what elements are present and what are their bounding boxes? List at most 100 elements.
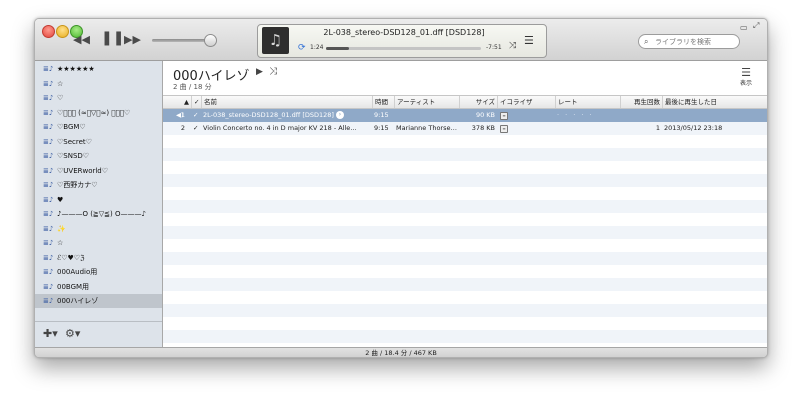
column-plays[interactable]: 再生回数 <box>620 96 662 108</box>
sidebar-playlist-item[interactable]: ≣♪ ♥ <box>35 193 162 207</box>
cell-rating[interactable]: · · · · · <box>557 109 620 122</box>
sidebar-item-label: ♡UVERworld♡ <box>57 166 109 175</box>
album-artwork[interactable]: ♫ <box>262 27 289 54</box>
cell-check[interactable]: ✓ <box>193 122 201 135</box>
pause-button[interactable]: ❚❚ <box>101 31 124 45</box>
cell-plays <box>620 109 660 122</box>
equalizer-icon[interactable]: ≡ <box>500 112 508 120</box>
cell-text: ✓ <box>193 111 199 119</box>
cell-text: 90 KB <box>475 111 495 119</box>
mini-player-icon[interactable]: ▭ <box>740 23 748 32</box>
sidebar-playlist-item[interactable]: ≣♪ ☆ <box>35 77 162 91</box>
cell-text: 1 <box>655 124 660 132</box>
sidebar-playlist-item[interactable]: ≣♪ ♡BGM♡ <box>35 120 162 134</box>
cell-check[interactable]: ✓ <box>193 109 201 122</box>
sidebar-playlist-item[interactable]: ≣♪ 000ハイレゾ <box>35 294 162 308</box>
minimize-window-button[interactable] <box>56 25 69 38</box>
gear-icon[interactable]: ⚙▾ <box>65 327 80 340</box>
shuffle-icon[interactable]: ⤨ <box>509 41 516 51</box>
sidebar-playlist-item[interactable]: ≣♪ ★★★★★★ <box>35 62 162 76</box>
column-time[interactable]: 時間 <box>372 96 394 108</box>
column-size[interactable]: サイズ <box>459 96 497 108</box>
cell-text: 2L-038_stereo-DSD128_01.dff [DSD128] <box>203 111 334 119</box>
empty-row <box>163 330 767 343</box>
playlist-icon: ≣♪ <box>43 297 54 305</box>
column-rating[interactable]: レート <box>555 96 620 108</box>
sidebar-item-label: ℰ♡♥♡ℨ <box>57 253 85 262</box>
playlist-icon: ≣♪ <box>43 94 54 102</box>
play-playlist-icon[interactable]: ▶ <box>256 67 263 77</box>
toolbar: ◀◀ ❚❚ ▶▶ ♫ 2L-038_stereo-DSD128_01.dff [… <box>35 19 767 61</box>
equalizer-icon[interactable]: ≡ <box>500 125 508 133</box>
search-field[interactable]: ⌕ <box>638 34 740 49</box>
progress-bar[interactable] <box>326 47 481 50</box>
search-input[interactable] <box>655 35 735 48</box>
close-window-button[interactable] <box>42 25 55 38</box>
cell-time: 9:15 <box>374 122 394 135</box>
sidebar-item-label: ♡SNSD♡ <box>57 152 90 160</box>
track-row[interactable]: 2 ✓ Violin Concerto no. 4 in D major KV 21… <box>163 122 767 135</box>
status-bar: 2 曲 / 18.4 分 / 467 KB <box>35 347 767 357</box>
sidebar-playlist-item[interactable]: ≣♪ ℰ♡♥♡ℨ <box>35 251 162 265</box>
sort-column-header[interactable]: ▲ <box>163 96 191 108</box>
playlist-icon: ≣♪ <box>43 123 54 131</box>
empty-row <box>163 265 767 278</box>
view-options-button[interactable]: ☰ 表示 <box>731 67 761 87</box>
cell-name: 2L-038_stereo-DSD128_01.dff [DSD128] › <box>203 109 371 122</box>
sidebar-playlist-item[interactable]: ≣♪ ♪———O (≧▽≦) O———♪ <box>35 207 162 221</box>
playlist-icon: ≣♪ <box>43 195 54 204</box>
sidebar-item-label: 00BGM用 <box>57 282 90 291</box>
sidebar-playlist-item[interactable]: ≣♪ ✨ <box>35 222 162 236</box>
column-equalizer[interactable]: イコライザ <box>497 96 555 108</box>
shuffle-playlist-icon[interactable]: ⤨ <box>269 66 277 77</box>
next-track-button[interactable]: ▶▶ <box>124 33 141 47</box>
cell-text: 2 <box>180 124 185 132</box>
cell-rating[interactable] <box>557 122 620 135</box>
playlist-icon: ≣♪ <box>43 79 54 88</box>
sidebar-playlist-item[interactable]: ≣♪ ☆ <box>35 236 162 250</box>
column-name[interactable]: 名前 <box>201 96 372 108</box>
sidebar-playlist-item[interactable]: ≣♪ ♡西野カナ♡ <box>35 178 162 192</box>
empty-row <box>163 213 767 226</box>
empty-row <box>163 252 767 265</box>
volume-slider[interactable] <box>152 39 210 42</box>
search-icon: ⌕ <box>644 37 649 46</box>
repeat-icon[interactable]: ⟳ <box>298 43 306 53</box>
volume-knob[interactable] <box>204 34 217 47</box>
empty-row <box>163 226 767 239</box>
cell-time: 9:15 <box>374 109 394 122</box>
playlist-view: 000ハイレゾ ▶ ⤨ 2 曲 / 18 分 ☰ 表示 ▲ ✓ 名前 時間 アー… <box>163 61 767 347</box>
cell-size: 378 KB <box>459 122 495 135</box>
cell-plays: 1 <box>620 122 660 135</box>
sidebar-playlist-item[interactable]: ≣♪ 00BGM用 <box>35 280 162 294</box>
cell-text: 9:15 <box>374 124 389 132</box>
column-last-played[interactable]: 最後に再生した日 <box>662 96 767 108</box>
sidebar-playlist-item[interactable]: ≣♪ ♡SNSD♡ <box>35 149 162 163</box>
remaining-time: -7:51 <box>486 44 502 51</box>
playlist-icon: ≣♪ <box>43 253 54 262</box>
add-playlist-icon[interactable]: ✚▾ <box>43 327 58 340</box>
cell-text: · · · · · <box>557 111 594 119</box>
column-artist[interactable]: アーティスト <box>394 96 459 108</box>
cell-size: 90 KB <box>459 109 495 122</box>
up-next-list-icon[interactable]: ☰ <box>524 34 534 47</box>
playlist-icon: ≣♪ <box>43 152 54 160</box>
track-row[interactable]: 1 ✓ 2L-038_stereo-DSD128_01.dff [DSD128] › 9… <box>163 109 767 122</box>
sidebar-playlist-item[interactable]: ≣♪ 000Audio用 <box>35 265 162 279</box>
sidebar-playlist-item[interactable]: ≣♪ ♡Secret♡ <box>35 135 162 149</box>
go-to-arrow-icon[interactable]: › <box>335 111 344 119</box>
sidebar-playlist-item[interactable]: ≣♪ ♡UVERworld♡ <box>35 164 162 178</box>
sidebar-playlist-item[interactable]: ≣♪ ♡ <box>35 91 162 105</box>
cell-text: Marianne Thorse… <box>396 124 457 132</box>
fullscreen-icon[interactable]: ⤢ <box>753 21 759 31</box>
sidebar-playlist-item[interactable]: ≣♪ ♡ﾟ･｡ (≈ﾟ▽ﾟ≈) ･｡ﾟ♡ <box>35 106 162 120</box>
sidebar: ≣♪ ★★★★★★ ≣♪ ☆ ≣♪ ♡ ≣♪ ♡ﾟ･｡ (≈ﾟ▽ﾟ≈) ･｡ﾟ♡ ≣♪ ♡BGM♡… <box>35 61 163 348</box>
previous-track-button[interactable]: ◀◀ <box>73 33 90 47</box>
playlist-icon: ≣♪ <box>43 282 54 291</box>
sidebar-item-label: ★★★★★★ <box>57 65 95 73</box>
sidebar-item-label: ♥ <box>57 195 64 204</box>
empty-row <box>163 239 767 252</box>
checkbox-column-header[interactable]: ✓ <box>191 96 201 108</box>
pause-icon: ❚❚ <box>101 30 125 46</box>
cell-text: 9:15 <box>374 111 389 119</box>
